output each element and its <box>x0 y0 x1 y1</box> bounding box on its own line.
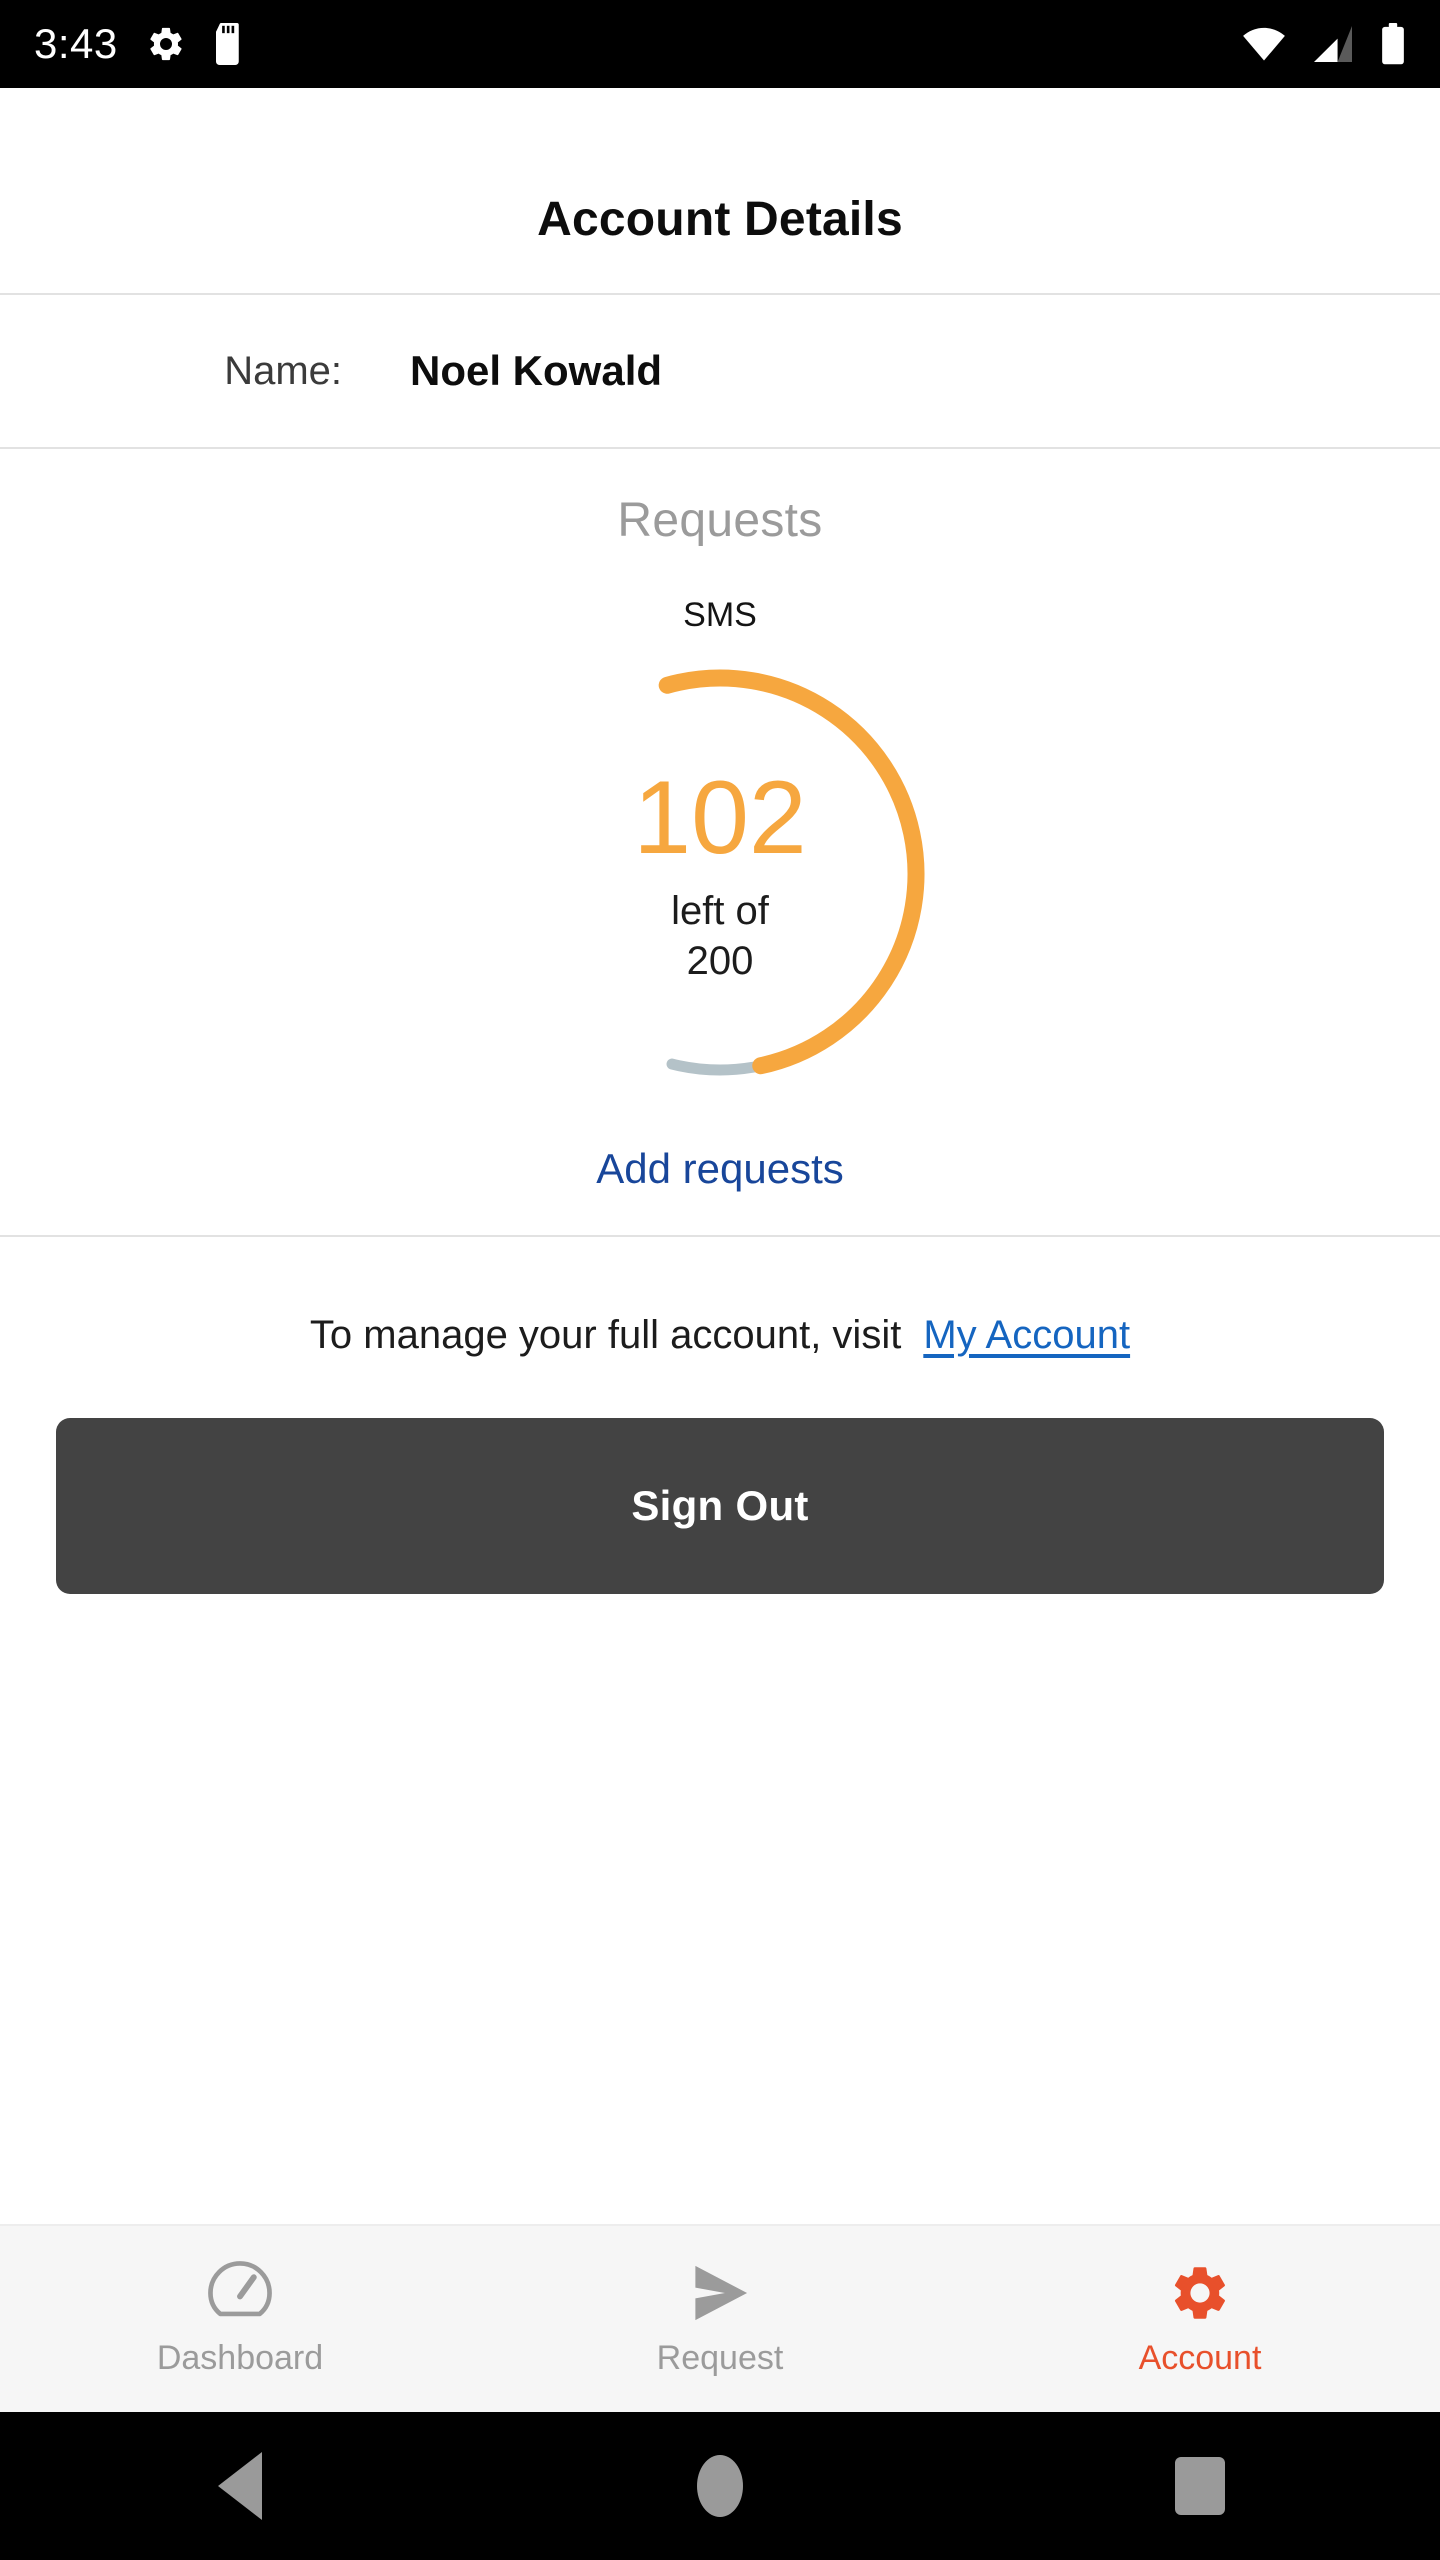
cellular-signal-icon <box>1312 25 1354 63</box>
requests-heading: Requests <box>617 494 823 547</box>
back-triangle-icon[interactable] <box>155 2412 325 2560</box>
nav-item-dashboard[interactable]: Dashboard <box>0 2226 480 2412</box>
wifi-icon <box>1242 27 1286 61</box>
status-bar-left: 3:43 <box>34 23 246 65</box>
sd-card-icon <box>214 23 246 65</box>
send-arrow-icon <box>688 2261 752 2325</box>
manage-account-row: To manage your full account, visit My Acc… <box>0 1237 1440 1358</box>
requests-left-of-text: left of <box>671 888 769 933</box>
requests-donut-chart: 102 left of 200 <box>505 659 935 1089</box>
page-title: Account Details <box>537 193 903 246</box>
gear-icon <box>1168 2261 1232 2325</box>
requests-remaining-count: 102 <box>633 759 807 876</box>
phone-screen: 3:43 Account Details Name: Noel Kowald R… <box>0 0 1440 2560</box>
account-name-label: Name: <box>224 348 342 393</box>
recents-square-icon[interactable] <box>1115 2412 1285 2560</box>
android-navigation-bar <box>0 2412 1440 2560</box>
page-header: Account Details <box>0 88 1440 293</box>
sign-out-container: Sign Out <box>0 1358 1440 1594</box>
nav-label-account: Account <box>1138 2338 1262 2377</box>
app-content: Account Details Name: Noel Kowald Reques… <box>0 88 1440 2412</box>
nav-item-request[interactable]: Request <box>480 2226 960 2412</box>
donut-center-labels: 102 left of 200 <box>505 659 935 1089</box>
manage-account-text: To manage your full account, visit <box>309 1313 902 1357</box>
requests-type-label: SMS <box>683 596 757 634</box>
home-circle-icon[interactable] <box>635 2412 805 2560</box>
bottom-navigation-bar: Dashboard Request Account <box>0 2224 1440 2412</box>
requests-total-value: 200 <box>686 939 754 983</box>
gear-icon <box>146 24 186 64</box>
status-bar: 3:43 <box>0 0 1440 88</box>
status-bar-clock: 3:43 <box>34 20 118 67</box>
account-name-value: Noel Kowald <box>410 347 663 394</box>
sign-out-button[interactable]: Sign Out <box>56 1418 1384 1594</box>
nav-label-request: Request <box>656 2338 784 2377</box>
my-account-link[interactable]: My Account <box>923 1313 1130 1357</box>
battery-icon <box>1380 23 1406 65</box>
nav-item-account[interactable]: Account <box>960 2226 1440 2412</box>
requests-section: Requests SMS 102 left of 200 Add request… <box>0 449 1440 1235</box>
status-bar-right <box>1242 23 1406 65</box>
account-name-row: Name: Noel Kowald <box>0 295 1440 447</box>
add-requests-link[interactable]: Add requests <box>596 1145 844 1193</box>
gauge-icon <box>208 2260 272 2325</box>
requests-total-caption: left of 200 <box>671 886 769 987</box>
nav-label-dashboard: Dashboard <box>156 2338 324 2377</box>
